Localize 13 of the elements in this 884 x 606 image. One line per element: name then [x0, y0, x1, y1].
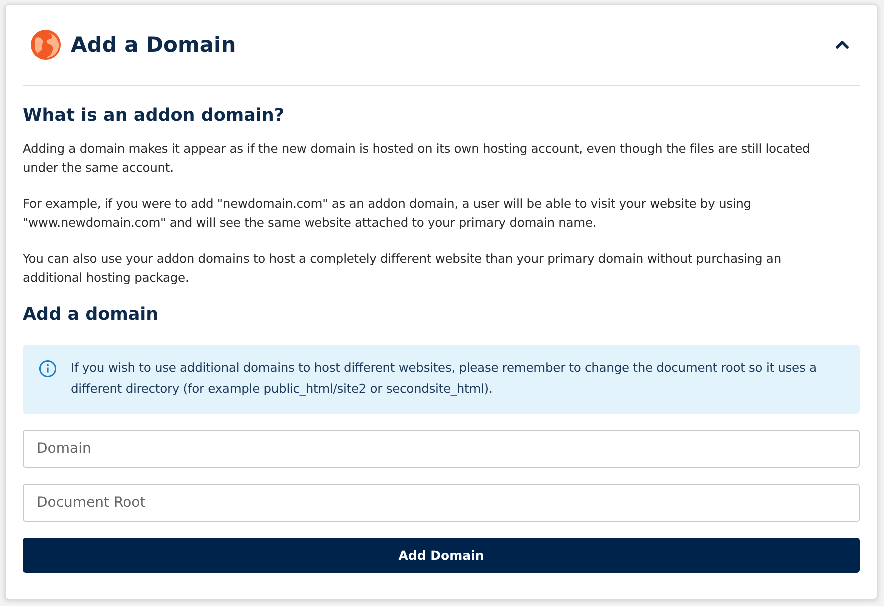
info-icon: [39, 360, 57, 378]
add-domain-button[interactable]: Add Domain: [23, 538, 860, 573]
paragraph: You can also use your addon domains to host a completely different website than your primary domain without purchasing an additional hosting package.: [23, 251, 782, 287]
section-heading: Add a domain: [23, 305, 160, 325]
chevron-up-icon: [836, 41, 848, 49]
input-field[interactable]: Domain: [23, 430, 860, 468]
globe-icon: [30, 29, 62, 61]
notice-text: If you wish to use additional domains to host different websites, please remember to change the document root so it uses a different directory (for example public_html/site2 or secondsite_html).: [71, 360, 818, 398]
paragraph: Adding a domain makes it appear as if the new domain is hosted on its own hosting account, even though the files are still located under the same account.: [23, 141, 812, 177]
section-heading: What is an addon domain?: [23, 106, 286, 126]
paragraph: For example, if you were to add "newdomain.com" as an addon domain, a user will be able to visit your website by using "www.newdomain.com" and will see the same website attached to your primary domain name.: [23, 196, 752, 232]
input-field[interactable]: Document Root: [23, 484, 860, 522]
panel-title: Add a Domain: [71, 33, 238, 57]
